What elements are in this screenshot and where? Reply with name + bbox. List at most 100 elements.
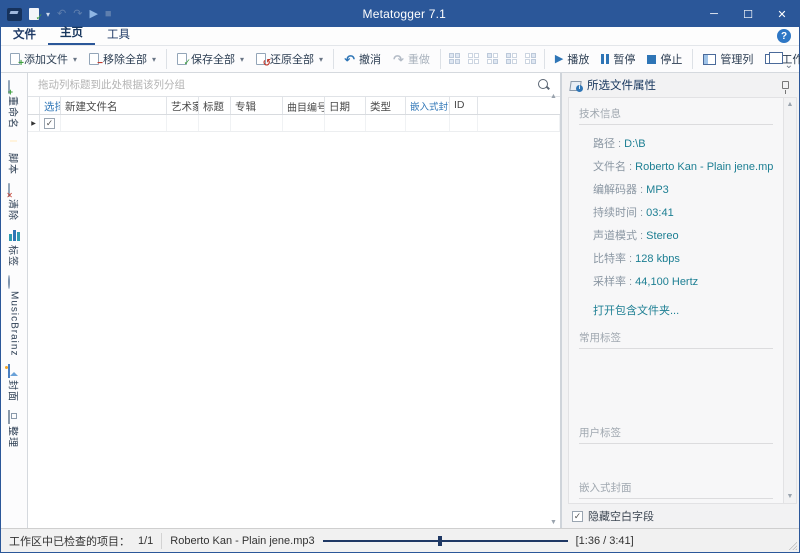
chevron-down-icon: ▾ bbox=[152, 55, 156, 64]
column-header-new-filename[interactable]: 新建文件名 bbox=[61, 97, 167, 114]
sidebar-tab-covers[interactable]: 封面 bbox=[7, 365, 22, 402]
restore-all-icon bbox=[256, 53, 266, 65]
hide-empty-fields-checkbox[interactable]: ✓ bbox=[572, 511, 583, 522]
column-header-album[interactable]: 专辑 bbox=[231, 97, 283, 114]
artist-cell[interactable] bbox=[167, 115, 199, 131]
file-list-area: 拖动列标题到此处根据该列分组 选择 新建文件名 艺术家 标题 专辑 曲目编号 日… bbox=[28, 73, 561, 528]
scroll-up-icon[interactable]: ▲ bbox=[550, 93, 557, 100]
sidebar-tab-scripts[interactable]: 脚本 bbox=[7, 138, 22, 175]
scroll-down-icon[interactable]: ▼ bbox=[550, 519, 557, 526]
select-cell[interactable]: ✓ bbox=[40, 115, 61, 131]
section-user-tags: 用户标签 bbox=[579, 425, 773, 444]
sidebar-tab-label: 重命名 bbox=[7, 96, 22, 129]
column-header-track[interactable]: 曲目编号 bbox=[283, 97, 325, 114]
sidebar: 重命名 脚本 清除 标签 MusicBrainz 封面 bbox=[1, 73, 28, 528]
checked-items-label: 工作区中已检查的项目： bbox=[9, 533, 130, 549]
scroll-down-icon[interactable]: ▼ bbox=[787, 493, 794, 500]
maximize-button[interactable]: ☐ bbox=[731, 1, 765, 27]
check-all-icon[interactable] bbox=[449, 53, 460, 66]
column-header-select[interactable]: 选择 bbox=[40, 97, 61, 114]
column-header-genre[interactable]: 类型 bbox=[366, 97, 406, 114]
sidebar-tab-label: MusicBrainz bbox=[9, 291, 20, 356]
manage-columns-icon bbox=[703, 54, 716, 65]
table-row[interactable]: ▶ ✓ bbox=[28, 115, 560, 132]
sidebar-tab-discard[interactable]: 清除 bbox=[7, 184, 22, 221]
resize-grip[interactable] bbox=[789, 542, 797, 550]
rename-icon bbox=[8, 81, 20, 93]
pause-button[interactable]: 暂停 bbox=[596, 48, 640, 70]
save-all-button[interactable]: 保存全部 ▾ bbox=[172, 48, 249, 70]
new-filename-cell[interactable] bbox=[61, 115, 167, 131]
slider-thumb[interactable] bbox=[438, 536, 442, 546]
tab-file[interactable]: 文件 bbox=[1, 24, 48, 45]
close-button[interactable]: ✕ bbox=[765, 1, 799, 27]
redo-button[interactable]: ↷ 重做 bbox=[388, 48, 435, 70]
manage-columns-button[interactable]: 管理列 bbox=[698, 48, 758, 70]
add-files-button[interactable]: 添加文件 ▾ bbox=[5, 48, 82, 70]
panel-scrollbar[interactable]: ▲ ▼ bbox=[783, 98, 796, 503]
play-button[interactable]: ▶ 播放 bbox=[550, 48, 594, 70]
column-header-date[interactable]: 日期 bbox=[325, 97, 366, 114]
group-by-bar[interactable]: 拖动列标题到此处根据该列分组 bbox=[28, 73, 560, 97]
playback-time: [1:36 / 3:41] bbox=[576, 535, 634, 547]
play-icon[interactable]: ▶ bbox=[89, 9, 97, 20]
uncheck-all-icon[interactable] bbox=[468, 53, 479, 66]
sidebar-tab-sort[interactable]: 整理 bbox=[7, 411, 22, 448]
collapse-ribbon-icon[interactable]: ⌄ bbox=[785, 61, 793, 71]
status-bar: 工作区中已检查的项目： 1/1 Roberto Kan - Plain jene… bbox=[1, 528, 799, 552]
row-checkbox[interactable]: ✓ bbox=[44, 118, 55, 129]
redo-icon[interactable]: ↷ bbox=[73, 9, 82, 20]
genre-cell[interactable] bbox=[366, 115, 406, 131]
tab-tools[interactable]: 工具 bbox=[95, 24, 142, 45]
section-technical-info: 技术信息 bbox=[579, 106, 773, 125]
check-selection-icon[interactable] bbox=[506, 53, 517, 66]
table-scrollbar[interactable]: ▲ ▼ bbox=[547, 91, 560, 528]
script-icon bbox=[8, 138, 20, 150]
column-header-id[interactable]: ID bbox=[450, 97, 478, 114]
sidebar-tab-rename[interactable]: 重命名 bbox=[7, 81, 22, 129]
restore-all-button[interactable]: 还原全部 ▾ bbox=[251, 48, 328, 70]
toolbar: 添加文件 ▾ 移除全部 ▾ 保存全部 ▾ 还原全部 ▾ ↶ 撤消 ↷ 重做 bbox=[1, 46, 799, 73]
save-all-icon[interactable] bbox=[29, 8, 39, 20]
undo-button[interactable]: ↶ 撤消 bbox=[339, 48, 386, 70]
property-duration: 持续时间03:41 bbox=[593, 204, 773, 220]
quick-access-toolbar: ▾ ↶ ↷ ▶ ■ bbox=[1, 8, 112, 21]
invert-check-icon[interactable] bbox=[487, 53, 498, 66]
hide-empty-fields-label: 隐藏空白字段 bbox=[588, 508, 654, 524]
sidebar-tab-musicbrainz[interactable]: MusicBrainz bbox=[8, 276, 20, 356]
embedded-cover-cell[interactable] bbox=[406, 115, 450, 131]
open-containing-folder-link[interactable]: 打开包含文件夹... bbox=[593, 305, 679, 317]
scroll-up-icon[interactable]: ▲ bbox=[787, 101, 794, 108]
save-dropdown-icon[interactable]: ▾ bbox=[46, 10, 50, 19]
properties-panel-header: 所选文件属性 bbox=[562, 73, 799, 97]
column-header-embedded-cover[interactable]: 嵌入式封面 bbox=[406, 97, 450, 114]
help-icon[interactable]: ? bbox=[777, 29, 791, 43]
stop-icon[interactable]: ■ bbox=[105, 9, 112, 20]
title-cell[interactable] bbox=[199, 115, 231, 131]
remove-all-button[interactable]: 移除全部 ▾ bbox=[84, 48, 161, 70]
app-logo-icon[interactable] bbox=[7, 8, 22, 21]
pin-icon[interactable] bbox=[782, 81, 789, 89]
track-cell[interactable] bbox=[283, 115, 325, 131]
minimize-button[interactable]: ─ bbox=[697, 1, 731, 27]
date-cell[interactable] bbox=[325, 115, 366, 131]
slider-track[interactable] bbox=[323, 540, 568, 542]
search-icon[interactable] bbox=[538, 79, 550, 91]
column-header-title[interactable]: 标题 bbox=[199, 97, 231, 114]
id-cell[interactable] bbox=[450, 115, 478, 131]
save-all-icon bbox=[177, 53, 187, 65]
sidebar-tab-tag[interactable]: 标签 bbox=[7, 230, 22, 267]
property-label: 比特率 bbox=[593, 253, 635, 265]
user-tags-empty bbox=[579, 444, 773, 480]
undo-icon[interactable]: ↶ bbox=[57, 9, 66, 20]
section-common-tags: 常用标签 bbox=[579, 330, 773, 349]
column-header-artist[interactable]: 艺术家 bbox=[167, 97, 199, 114]
tab-home[interactable]: 主页 bbox=[48, 22, 95, 45]
album-cell[interactable] bbox=[231, 115, 283, 131]
uncheck-selection-icon[interactable] bbox=[525, 53, 536, 66]
workspace-button[interactable]: 工作空间 ▾ bbox=[760, 48, 800, 70]
stop-button[interactable]: 停止 bbox=[642, 48, 687, 70]
metatogger-window: ▾ ↶ ↷ ▶ ■ Metatogger 7.1 ─ ☐ ✕ 文件 主页 工具 … bbox=[0, 0, 800, 553]
panel-footer: ✓ 隐藏空白字段 bbox=[562, 504, 799, 528]
playback-slider[interactable] bbox=[323, 534, 568, 548]
